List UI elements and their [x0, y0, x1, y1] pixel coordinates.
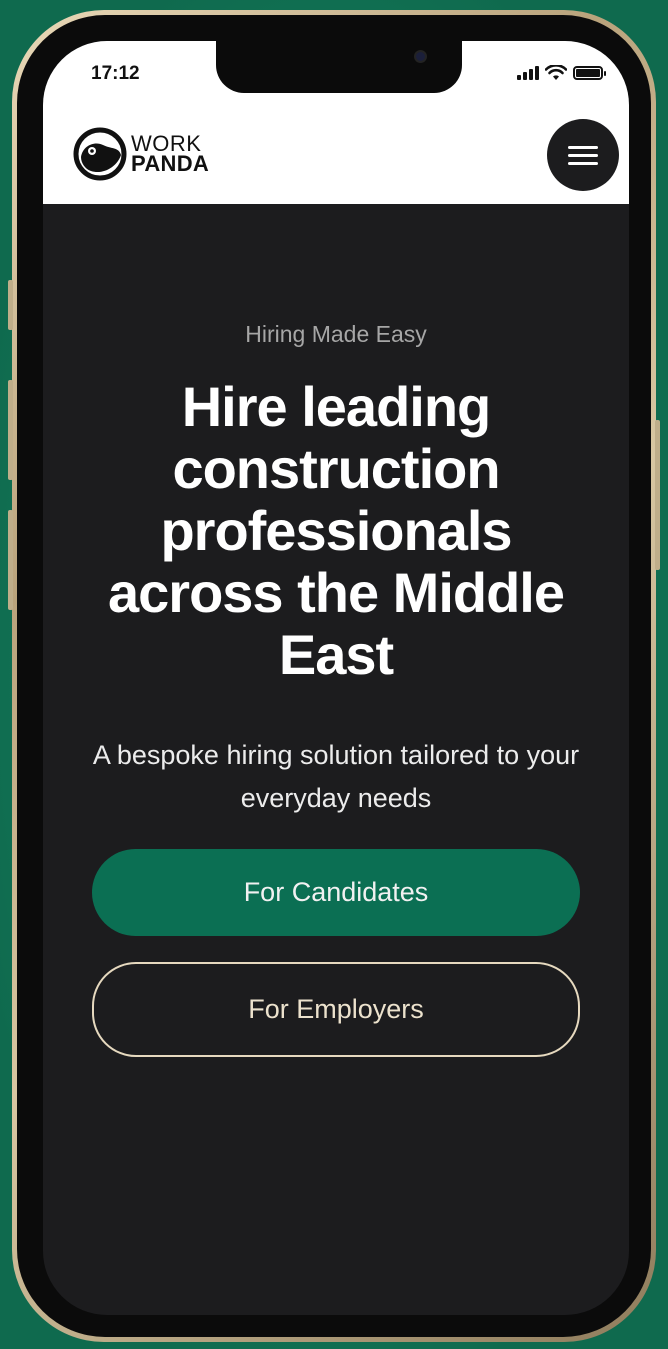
hamburger-menu-icon [568, 145, 598, 149]
wifi-icon [545, 65, 567, 80]
phone-frame: 17:12 WORK PANDA Hiring Made Easy Hire l… [8, 10, 660, 1342]
front-camera [414, 50, 427, 63]
for-employers-button[interactable]: For Employers [92, 962, 580, 1057]
phone-screen: 17:12 WORK PANDA Hiring Made Easy Hire l… [43, 41, 629, 1315]
brand-line-2: PANDA [131, 151, 210, 176]
brand-logo[interactable]: WORK PANDA [73, 127, 209, 181]
hero-section: Hiring Made Easy Hire leading constructi… [43, 204, 629, 1057]
panda-logo-icon [73, 127, 127, 181]
mute-switch [8, 280, 13, 330]
for-candidates-button[interactable]: For Candidates [92, 849, 580, 936]
cellular-signal-icon [517, 66, 539, 80]
volume-up-button [8, 380, 13, 480]
phone-bezel: 17:12 WORK PANDA Hiring Made Easy Hire l… [17, 15, 651, 1337]
status-icons [517, 65, 606, 81]
power-button [655, 420, 660, 570]
hero-headline: Hire leading construction professionals … [107, 375, 565, 686]
battery-icon [573, 66, 606, 80]
menu-button[interactable] [547, 119, 619, 191]
brand-name: WORK PANDA [131, 133, 210, 176]
notch [216, 41, 462, 93]
status-time: 17:12 [91, 63, 140, 84]
volume-down-button [8, 510, 13, 610]
hero-eyebrow: Hiring Made Easy [245, 321, 427, 347]
hero-subtext: A bespoke hiring solution tailored to yo… [92, 740, 580, 813]
site-navbar: WORK PANDA [43, 105, 629, 204]
